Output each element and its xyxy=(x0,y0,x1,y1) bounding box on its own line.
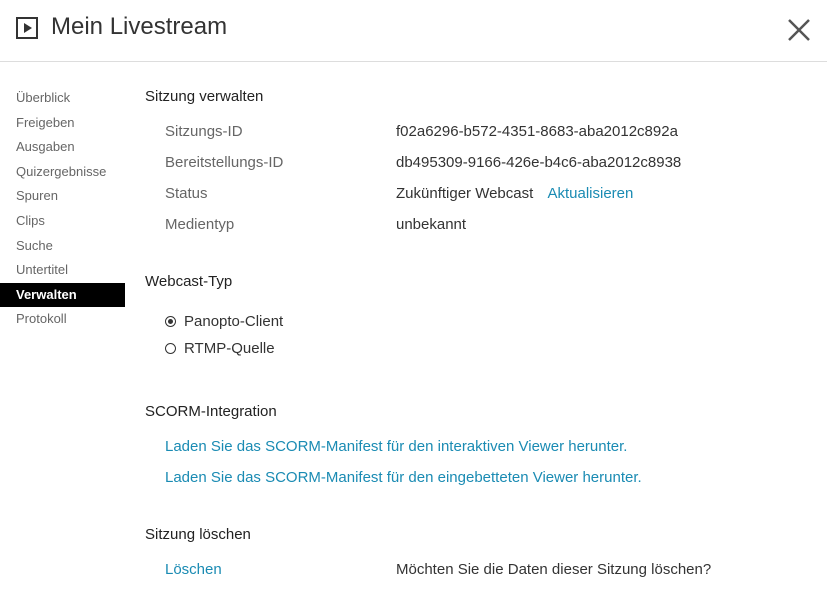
scorm-interactive-link[interactable]: Laden Sie das SCORM-Manifest für den int… xyxy=(165,438,627,455)
media-type-value: unbekannt xyxy=(396,216,467,233)
deployment-id-value: db495309-9166-426e-b4c6-aba2012c8938 xyxy=(396,154,682,171)
nav-item-spuren[interactable]: Spuren xyxy=(0,184,125,209)
section-title-scorm: SCORM-Integration xyxy=(145,403,277,420)
radio-panopto-client[interactable]: Panopto-Client xyxy=(165,313,283,330)
radio-selected-icon[interactable] xyxy=(165,316,176,327)
session-id-label: Sitzungs-ID xyxy=(165,123,243,140)
play-box-icon xyxy=(16,17,38,39)
radio-rtmp-source[interactable]: RTMP-Quelle xyxy=(165,340,275,357)
status-row: Zukünftiger Webcast Aktualisieren xyxy=(396,185,633,202)
nav-item-protokoll[interactable]: Protokoll xyxy=(0,307,125,332)
refresh-link[interactable]: Aktualisieren xyxy=(547,185,633,202)
section-title-manage: Sitzung verwalten xyxy=(145,88,264,105)
nav-item-verwalten[interactable]: Verwalten xyxy=(0,282,125,308)
header: Mein Livestream xyxy=(0,0,827,62)
nav-item-suche[interactable]: Suche xyxy=(0,234,125,259)
nav-item-ausgaben[interactable]: Ausgaben xyxy=(0,135,125,160)
nav-item-ueberblick[interactable]: Überblick xyxy=(0,86,125,111)
close-icon[interactable] xyxy=(784,15,814,45)
nav-item-clips[interactable]: Clips xyxy=(0,209,125,234)
media-type-label: Medientyp xyxy=(165,216,235,233)
delete-link[interactable]: Löschen xyxy=(165,561,222,578)
nav-item-untertitel[interactable]: Untertitel xyxy=(0,258,125,283)
nav-item-quizergebnisse[interactable]: Quizergebnisse xyxy=(0,160,125,185)
session-id-value: f02a6296-b572-4351-8683-aba2012c892a xyxy=(396,123,678,140)
radio-label: Panopto-Client xyxy=(184,313,284,330)
side-nav: Überblick Freigeben Ausgaben Quizergebni… xyxy=(0,86,125,332)
radio-label: RTMP-Quelle xyxy=(184,340,275,357)
deployment-id-label: Bereitstellungs-ID xyxy=(165,154,284,171)
page-title: Mein Livestream xyxy=(51,13,228,40)
section-title-delete: Sitzung löschen xyxy=(145,526,251,543)
radio-unselected-icon[interactable] xyxy=(165,343,176,354)
nav-item-freigeben[interactable]: Freigeben xyxy=(0,111,125,136)
delete-prompt: Möchten Sie die Daten dieser Sitzung lös… xyxy=(396,561,712,578)
status-value: Zukünftiger Webcast xyxy=(396,185,534,202)
scorm-embedded-link[interactable]: Laden Sie das SCORM-Manifest für den ein… xyxy=(165,469,642,486)
status-label: Status xyxy=(165,185,208,202)
section-title-webcast-type: Webcast-Typ xyxy=(145,273,233,290)
